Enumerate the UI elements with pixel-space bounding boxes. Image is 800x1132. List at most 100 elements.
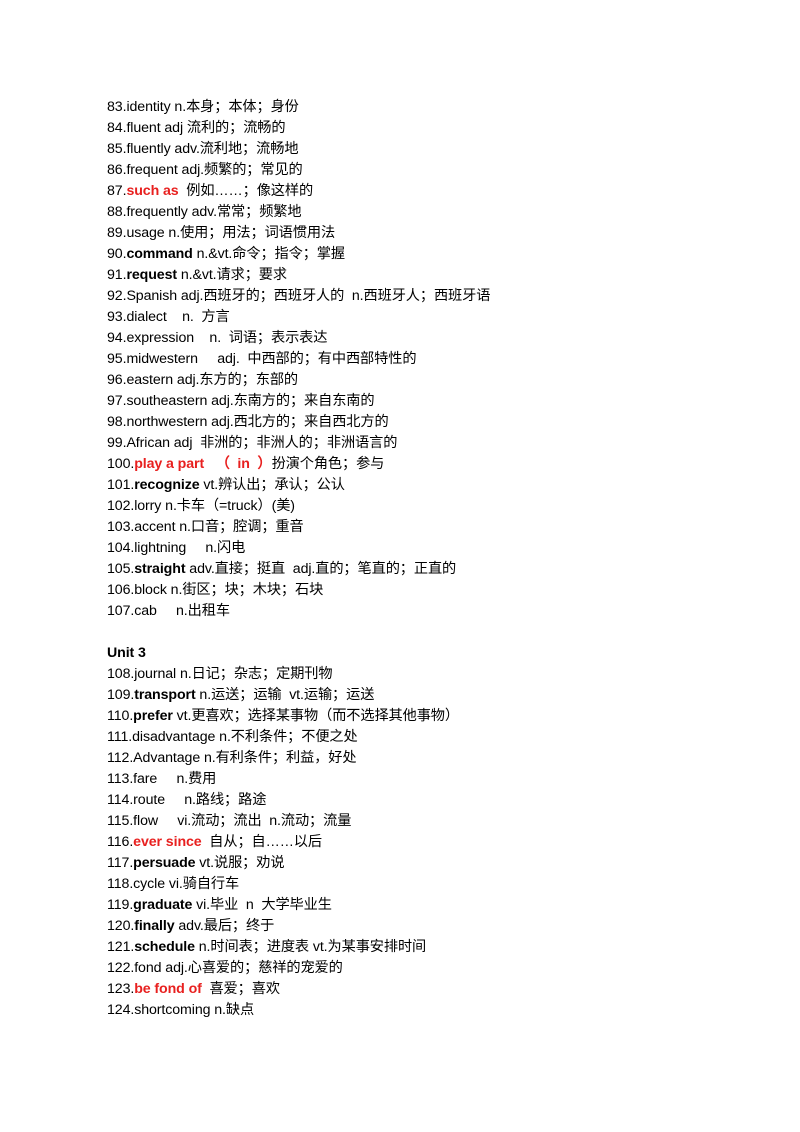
entry-definition: adv.流利地；流畅地 — [170, 141, 299, 157]
entry-number: 109. — [107, 687, 135, 703]
entry-number: 118. — [107, 876, 134, 892]
vocabulary-entry: 96.eastern adj.东方的；东部的 — [107, 370, 767, 391]
entry-definition: 扮演个角色；参与 — [271, 456, 385, 472]
entry-number: 106. — [107, 582, 135, 598]
entry-definition: vt.辨认出；承认；公认 — [199, 477, 345, 493]
entry-definition: n.不利条件；不便之处 — [215, 729, 358, 745]
entry-definition: n.街区；块；木块；石块 — [166, 582, 324, 598]
entry-term: cycle — [133, 876, 165, 892]
entry-term: fluently — [126, 141, 171, 157]
vocabulary-entry: 84.fluent adj 流利的；流畅的 — [107, 118, 767, 139]
vocabulary-entry: 89.usage n.使用；用法；词语惯用法 — [107, 223, 767, 244]
entry-term: lightning — [134, 540, 187, 556]
entry-term: dialect — [126, 309, 167, 325]
vocabulary-entry: 105.straight adv.直接；挺直 adj.直的；笔直的；正直的 — [107, 559, 767, 580]
entry-definition: adj.西北方的；来自西北方的 — [207, 414, 389, 430]
vocabulary-entry: 115.flow vi.流动；流出 n.流动；流量 — [107, 811, 767, 832]
entry-definition: n.使用；用法；词语惯用法 — [164, 225, 336, 241]
vocabulary-entry: 109.transport n.运送；运输 vt.运输；运送 — [107, 685, 767, 706]
vocabulary-entry: 97.southeastern adj.东南方的；来自东南的 — [107, 391, 767, 412]
vocabulary-entry: 86.frequent adj.频繁的；常见的 — [107, 160, 767, 181]
entry-term: fond — [134, 960, 162, 976]
vocabulary-entry: 92.Spanish adj.西班牙的；西班牙人的 n.西班牙人；西班牙语 — [107, 286, 767, 307]
entry-term: shortcoming — [134, 1002, 211, 1018]
vocabulary-entry: 121.schedule n.时间表；进度表 vt.为某事安排时间 — [107, 937, 767, 958]
entry-definition: 喜爱；喜欢 — [201, 981, 280, 997]
entry-number: 107. — [107, 603, 135, 619]
vocabulary-entry: 120.finally adv.最后；终于 — [107, 916, 767, 937]
entry-number: 85. — [107, 141, 127, 157]
entry-definition: 例如……；像这样的 — [178, 183, 314, 199]
vocabulary-entry: 110.prefer vt.更喜欢；选择某事物（而不选择其他事物） — [107, 706, 767, 727]
vocabulary-entry: 95.midwestern adj. 中西部的；有中西部特性的 — [107, 349, 767, 370]
entry-term: play a part （ in ） — [134, 456, 272, 472]
entry-number: 110. — [107, 708, 134, 724]
entry-definition: n.日记；杂志；定期刊物 — [176, 666, 333, 682]
entry-definition: vi.骑自行车 — [165, 876, 240, 892]
entry-number: 108. — [107, 666, 135, 682]
vocabulary-entry: 108.journal n.日记；杂志；定期刊物 — [107, 664, 767, 685]
entry-number: 95. — [107, 351, 127, 367]
vocabulary-list-unit-3: 108.journal n.日记；杂志；定期刊物 109.transport n.… — [107, 664, 767, 1021]
entry-definition: adj.东南方的；来自东南的 — [207, 393, 375, 409]
entry-definition: n.路线；路途 — [165, 792, 267, 808]
entry-definition: n.口音；腔调；重音 — [175, 519, 304, 535]
entry-number: 102. — [107, 498, 135, 514]
entry-number: 97. — [107, 393, 127, 409]
entry-definition: adj 非洲的；非洲人的；非洲语言的 — [169, 435, 398, 451]
entry-number: 111. — [107, 729, 133, 745]
entry-term: frequent — [126, 162, 178, 178]
vocabulary-entry: 101.recognize vt.辨认出；承认；公认 — [107, 475, 767, 496]
entry-definition: adj.频繁的；常见的 — [177, 162, 303, 178]
entry-number: 120. — [107, 918, 135, 934]
vocabulary-entry: 93.dialect n. 方言 — [107, 307, 767, 328]
entry-definition: n.闪电 — [186, 540, 246, 556]
entry-definition: vt.说服；劝说 — [195, 855, 285, 871]
entry-number: 84. — [107, 120, 127, 136]
entry-number: 94. — [107, 330, 127, 346]
entry-number: 114. — [107, 792, 134, 808]
vocabulary-entry: 123.be fond of 喜爱；喜欢 — [107, 979, 767, 1000]
entry-definition: vi.毕业 n 大学毕业生 — [192, 897, 332, 913]
entry-definition: vt.更喜欢；选择某事物（而不选择其他事物） — [172, 708, 459, 724]
entry-definition: n.有利条件；利益，好处 — [200, 750, 357, 766]
vocabulary-entry: 94.expression n. 词语；表示表达 — [107, 328, 767, 349]
vocabulary-page: 83.identity n.本身；本体；身份 84.fluent adj 流利的；… — [107, 97, 767, 1021]
entry-definition: adj 流利的；流畅的 — [160, 120, 286, 136]
entry-definition: n.费用 — [157, 771, 217, 787]
entry-definition: n. 词语；表示表达 — [194, 330, 328, 346]
entry-definition: adv.直接；挺直 adj.直的；笔直的；正直的 — [185, 561, 457, 577]
entry-term: persuade — [133, 855, 196, 871]
entry-definition: vi.流动；流出 n.流动；流量 — [158, 813, 352, 829]
entry-term: midwestern — [126, 351, 198, 367]
entry-term: fare — [133, 771, 158, 787]
entry-number: 123. — [107, 981, 135, 997]
vocabulary-entry: 104.lightning n.闪电 — [107, 538, 767, 559]
vocabulary-entry: 87.such as 例如……；像这样的 — [107, 181, 767, 202]
vocabulary-entry: 119.graduate vi.毕业 n 大学毕业生 — [107, 895, 767, 916]
entry-number: 86. — [107, 162, 127, 178]
entry-number: 96. — [107, 372, 127, 388]
entry-term: northwestern — [126, 414, 208, 430]
vocabulary-entry: 102.lorry n.卡车（=truck）(美) — [107, 496, 767, 517]
vocabulary-entry: 117.persuade vt.说服；劝说 — [107, 853, 767, 874]
entry-definition: adv.常常；频繁地 — [187, 204, 302, 220]
entry-definition: n.&vt.请求；要求 — [177, 267, 287, 283]
entry-number: 87. — [107, 183, 127, 199]
entry-term: command — [126, 246, 193, 262]
entry-number: 99. — [107, 435, 127, 451]
entry-definition: 自从；自……以后 — [201, 834, 322, 850]
entry-definition: n.卡车（=truck）(美) — [161, 498, 295, 514]
entry-definition: adj.心喜爱的；慈祥的宠爱的 — [161, 960, 343, 976]
vocabulary-entry: 90.command n.&vt.命令；指令；掌握 — [107, 244, 767, 265]
entry-definition: adj.东方的；东部的 — [173, 372, 298, 388]
entry-number: 115. — [107, 813, 134, 829]
vocabulary-entry: 118.cycle vi.骑自行车 — [107, 874, 767, 895]
entry-term: route — [133, 792, 166, 808]
entry-number: 124. — [107, 1002, 135, 1018]
entry-number: 83. — [107, 99, 127, 115]
entry-term: schedule — [134, 939, 195, 955]
entry-term: disadvantage — [132, 729, 216, 745]
entry-definition: n.本身；本体；身份 — [170, 99, 299, 115]
